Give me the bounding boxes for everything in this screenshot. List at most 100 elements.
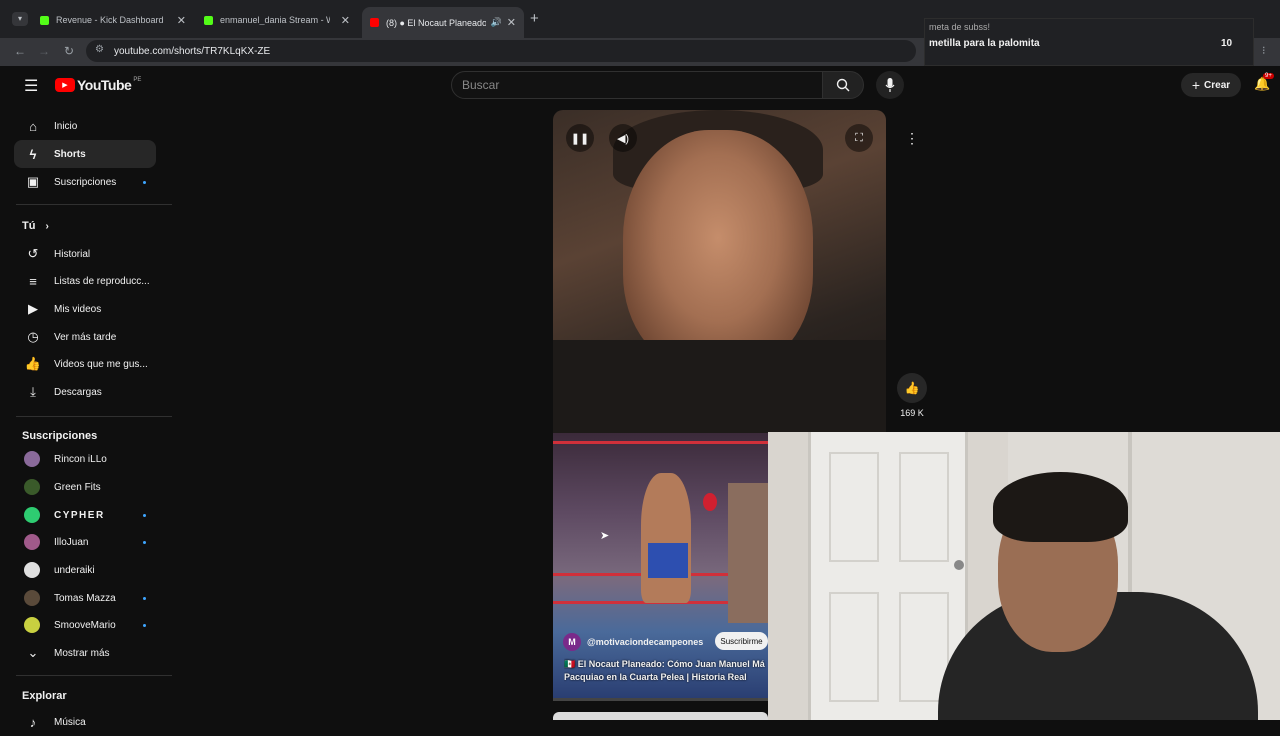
extensions-icon[interactable]: ⁝ [1262,44,1266,57]
sidebar-sub-cypher[interactable]: CYPHER [14,501,156,529]
you-heading: Tú [22,220,36,232]
avatar [24,617,40,633]
youtube-play-icon: ▶ [55,78,75,92]
close-icon[interactable]: ✕ [507,16,516,29]
boxer-figure [641,473,691,603]
you-section-heading[interactable]: Tú › [22,220,49,232]
sidebar-item-mis-videos[interactable]: ▶ Mis videos [14,295,156,323]
subscribe-button[interactable]: Suscribirme [715,632,768,650]
show-more-button[interactable]: ⌄ Mostrar más [14,639,156,667]
microphone-icon [885,78,895,92]
clock-icon: ◷ [27,329,39,344]
tab-kick-dashboard[interactable]: Revenue - Kick Dashboard ✕ [32,7,194,33]
more-vert-icon: ⋮ [905,129,919,146]
new-content-dot [143,596,146,600]
voice-search-button[interactable] [876,71,904,99]
sidebar-item-descargas[interactable]: ⤓ Descargas [14,378,156,406]
goal-label: metilla para la palomita [929,38,1040,49]
chevron-down-icon: ⌄ [27,645,39,660]
boxing-glove [703,493,717,511]
sidebar-item-label: Historial [54,248,91,260]
volume-icon: ◀) [616,132,630,145]
search-input[interactable]: Buscar [451,71,823,99]
search-placeholder: Buscar [462,78,500,92]
thumbs-up-icon: 👍 [904,381,920,395]
sidebar-item-ver-mas-tarde[interactable]: ◷ Ver más tarde [14,323,156,351]
history-icon: ↺ [27,246,39,261]
new-content-dot [143,540,146,544]
reload-icon[interactable]: ↻ [64,44,74,58]
webcam-overlay [768,432,1280,720]
kick-icon [40,15,49,25]
close-icon[interactable]: ✕ [341,14,350,27]
create-label: Crear [1204,79,1231,91]
tab-label: enmanuel_dania Stream - Watc [220,15,330,25]
sidebar-item-shorts[interactable]: ϟ Shorts [14,140,156,168]
channel-avatar: M [563,633,581,651]
divider [16,675,172,676]
back-icon[interactable]: ← [14,44,26,58]
forward-icon[interactable]: → [38,44,50,58]
sidebar-sub-tomas-mazza[interactable]: Tomas Mazza [14,584,156,612]
youtube-logo[interactable]: ▶ YouTube PE [55,77,141,93]
sidebar-item-label: CYPHER [54,509,105,521]
speaker-icon[interactable]: 🔊 [491,17,502,28]
sidebar-item-label: Tomas Mazza [54,592,116,604]
site-info-icon[interactable]: ⚙ [95,44,104,55]
webcam-person [938,472,1258,720]
subscriptions-heading: Suscripciones [22,430,98,442]
new-content-dot [143,513,146,517]
sidebar-item-listas[interactable]: ≡ Listas de reproducc... [14,267,156,295]
sidebar-item-musica[interactable]: ♪ Música [14,708,156,736]
sidebar-sub-smoovemario[interactable]: SmooveMario [14,611,156,639]
mute-button[interactable]: ◀) [609,124,637,152]
sidebar-sub-rincon-illo[interactable]: Rincon iLLo [14,445,156,473]
video-frame-face [623,130,813,370]
sidebar-item-suscripciones[interactable]: ▣ Suscripciones [14,168,156,196]
next-short-progress[interactable] [553,698,768,701]
sidebar-item-label: Videos que me gus... [54,358,148,370]
tab-youtube-short[interactable]: (8) ● El Nocaut Planeado 🔊 ✕ [362,7,524,38]
create-button[interactable]: + Crear [1181,73,1241,97]
notification-badge: 9+ [1263,73,1274,79]
sidebar-sub-illojuan[interactable]: IlloJuan [14,528,156,556]
sidebar-sub-green-fits[interactable]: Green Fits [14,473,156,501]
kick-icon [204,15,213,25]
next-short-title[interactable]: 🇲🇽 El Nocaut Planeado: Cómo Juan Manuel … [564,658,768,684]
logo-text: YouTube [77,77,132,93]
like-button[interactable]: 👍 [897,373,927,403]
tab-label: Revenue - Kick Dashboard [56,15,164,25]
door-panel [829,452,879,562]
tab-search-icon[interactable]: ▾ [12,12,28,26]
subscriber-goal-overlay: meta de subss! metilla para la palomita … [924,18,1254,66]
pause-button[interactable]: ❚❚ [566,124,594,152]
sidebar-item-label: Mostrar más [54,647,110,659]
sidebar-item-historial[interactable]: ↺ Historial [14,240,156,268]
notifications-button[interactable]: 🔔 9+ [1254,73,1274,92]
sidebar-sub-underaiki[interactable]: underaiki [14,556,156,584]
fullscreen-icon: ⛶ [855,131,863,144]
avatar [24,451,40,467]
url-field[interactable]: ⚙ youtube.com/shorts/TR7KLqKX-ZE [86,40,916,62]
close-icon[interactable]: ✕ [177,14,186,27]
tab-kick-stream[interactable]: enmanuel_dania Stream - Watc ✕ [196,7,358,33]
sidebar-item-label: SmooveMario [54,619,116,631]
subscriptions-icon: ▣ [26,174,40,189]
new-tab-icon[interactable]: + [530,10,539,27]
goal-title: meta de subss! [929,22,991,32]
music-icon: ♪ [29,714,37,730]
fullscreen-button[interactable]: ⛶ [845,124,873,152]
sidebar-item-label: Música [54,716,86,728]
following-short-preview[interactable] [553,712,768,720]
search-button[interactable] [822,71,864,99]
boxer-shorts [648,543,688,578]
divider [16,416,172,417]
avatar [24,479,40,495]
like-icon: 👍 [24,356,42,371]
short-video-player[interactable]: ❚❚ ◀) ⛶ [553,110,886,433]
sidebar-item-videos-gustados[interactable]: 👍 Videos que me gus... [14,350,156,378]
sidebar-item-inicio[interactable]: ⌂ Inicio [14,112,156,140]
more-options-button[interactable]: ⋮ [898,124,926,152]
menu-icon[interactable]: ☰ [24,76,38,96]
sidebar-item-label: IlloJuan [54,536,89,548]
